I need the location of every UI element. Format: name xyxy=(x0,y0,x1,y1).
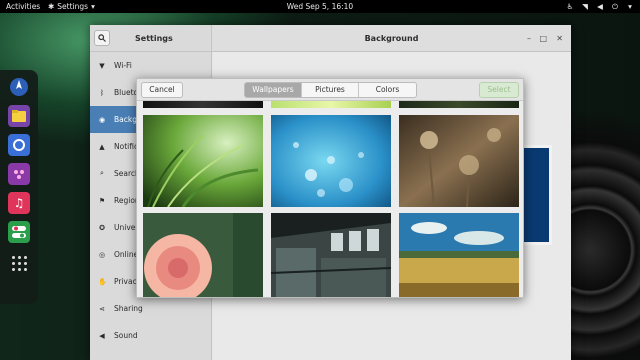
sound-icon: ◀ xyxy=(99,331,105,340)
dock-item-music[interactable]: ♫ xyxy=(8,192,30,214)
tab-wallpapers[interactable]: Wallpapers xyxy=(245,83,302,97)
wallpaper-thumb-wheat-field[interactable] xyxy=(399,213,519,297)
privacy-icon: ✋ xyxy=(98,277,107,286)
wallpaper-thumb-pink-flower[interactable] xyxy=(143,213,263,297)
sidebar-item-label: Wi-Fi xyxy=(114,61,132,70)
close-button[interactable]: ✕ xyxy=(556,25,563,52)
accessibility-icon: ✪ xyxy=(99,223,105,232)
toggle-icon xyxy=(12,226,26,238)
sidebar-item-label: Sound xyxy=(114,331,138,340)
power-icon: ⏻ xyxy=(612,2,618,11)
dock-item-software[interactable] xyxy=(8,134,30,156)
panel-header: Background – □ ✕ xyxy=(212,25,571,52)
tweaks-icon xyxy=(14,170,24,179)
chevron-down-icon: ▾ xyxy=(91,2,95,11)
app-menu-button[interactable]: ✱ Settings ▾ xyxy=(48,0,95,13)
dialog-header: Cancel Wallpapers Pictures Colors Select xyxy=(137,79,523,101)
search-icon: ⌕ xyxy=(100,169,104,177)
background-icon: ◉ xyxy=(98,115,106,124)
wallpaper-image xyxy=(399,213,519,297)
sidebar-item-sound[interactable]: ◀ Sound xyxy=(90,322,211,349)
cancel-button[interactable]: Cancel xyxy=(141,82,183,98)
tab-pictures[interactable]: Pictures xyxy=(302,83,359,97)
select-button[interactable]: Select xyxy=(479,82,519,98)
wallpaper-image xyxy=(399,115,519,208)
accounts-icon: ◎ xyxy=(98,250,106,259)
wallpaper-thumb-green-grass[interactable] xyxy=(143,115,263,208)
dock-item-web[interactable] xyxy=(8,76,30,98)
globe-icon xyxy=(10,78,28,96)
wallpaper-thumb-abandoned-building[interactable] xyxy=(270,213,392,297)
dock-item-files[interactable] xyxy=(8,105,30,127)
wallpaper-thumb-dried-flowers[interactable] xyxy=(399,115,519,208)
region-icon: ⚑ xyxy=(98,196,106,205)
show-applications-icon[interactable] xyxy=(11,256,27,271)
wallpaper-grid xyxy=(137,101,523,297)
wallpaper-thumb-partial[interactable] xyxy=(143,101,263,108)
sharing-icon: ⋖ xyxy=(99,304,105,313)
wallpaper-image xyxy=(143,115,263,208)
sidebar-item-wifi[interactable]: ▼ Wi-Fi xyxy=(90,52,211,79)
system-tray[interactable]: ♿ ◥ ◀ ⏻ ▾ xyxy=(566,0,634,13)
wallpaper-image xyxy=(271,115,391,207)
window-title: Settings xyxy=(135,34,173,43)
panel-title: Background xyxy=(364,34,419,43)
lock-screen-preview[interactable] xyxy=(520,145,552,245)
dock-item-tweaks[interactable] xyxy=(8,163,30,185)
bell-icon: ▲ xyxy=(99,142,105,151)
wallpaper-thumb-partial[interactable] xyxy=(271,101,391,108)
maximize-button[interactable]: □ xyxy=(539,25,547,52)
wallpaper-thumb-blue-bokeh[interactable] xyxy=(271,115,391,207)
search-button[interactable] xyxy=(94,30,110,46)
wallpaper-thumb-partial[interactable] xyxy=(399,101,519,108)
app-menu-label: Settings xyxy=(57,2,89,11)
background-chooser-dialog: Cancel Wallpapers Pictures Colors Select xyxy=(136,78,524,298)
minimize-button[interactable]: – xyxy=(527,25,531,52)
sidebar-item-sharing[interactable]: ⋖ Sharing xyxy=(90,295,211,322)
sidebar-header: Settings xyxy=(90,25,212,52)
dash-dock: ♫ xyxy=(0,70,38,304)
tab-colors[interactable]: Colors xyxy=(359,83,416,97)
activities-button[interactable]: Activities xyxy=(6,0,40,13)
software-icon xyxy=(13,139,25,151)
top-bar: Activities ✱ Settings ▾ Wed Sep 5, 16:10… xyxy=(0,0,640,13)
sidebar-item-label: Sharing xyxy=(114,304,143,313)
music-icon: ♫ xyxy=(13,196,25,210)
network-icon: ◥ xyxy=(582,2,588,11)
search-icon xyxy=(98,34,106,42)
wallpaper-image xyxy=(143,213,263,297)
wallpaper-image xyxy=(270,213,392,297)
bluetooth-icon: ᛒ xyxy=(99,88,105,97)
gear-icon: ✱ xyxy=(48,2,55,11)
chevron-down-icon: ▾ xyxy=(628,2,632,11)
clock[interactable]: Wed Sep 5, 16:10 xyxy=(0,0,640,13)
wifi-icon: ▼ xyxy=(99,61,105,70)
dock-item-settings[interactable] xyxy=(8,221,30,243)
source-tabs: Wallpapers Pictures Colors xyxy=(244,82,417,98)
folder-icon xyxy=(12,110,26,122)
volume-icon: ◀ xyxy=(597,2,603,11)
desktop: Activities ✱ Settings ▾ Wed Sep 5, 16:10… xyxy=(0,0,640,360)
accessibility-icon: ♿ xyxy=(566,2,574,11)
